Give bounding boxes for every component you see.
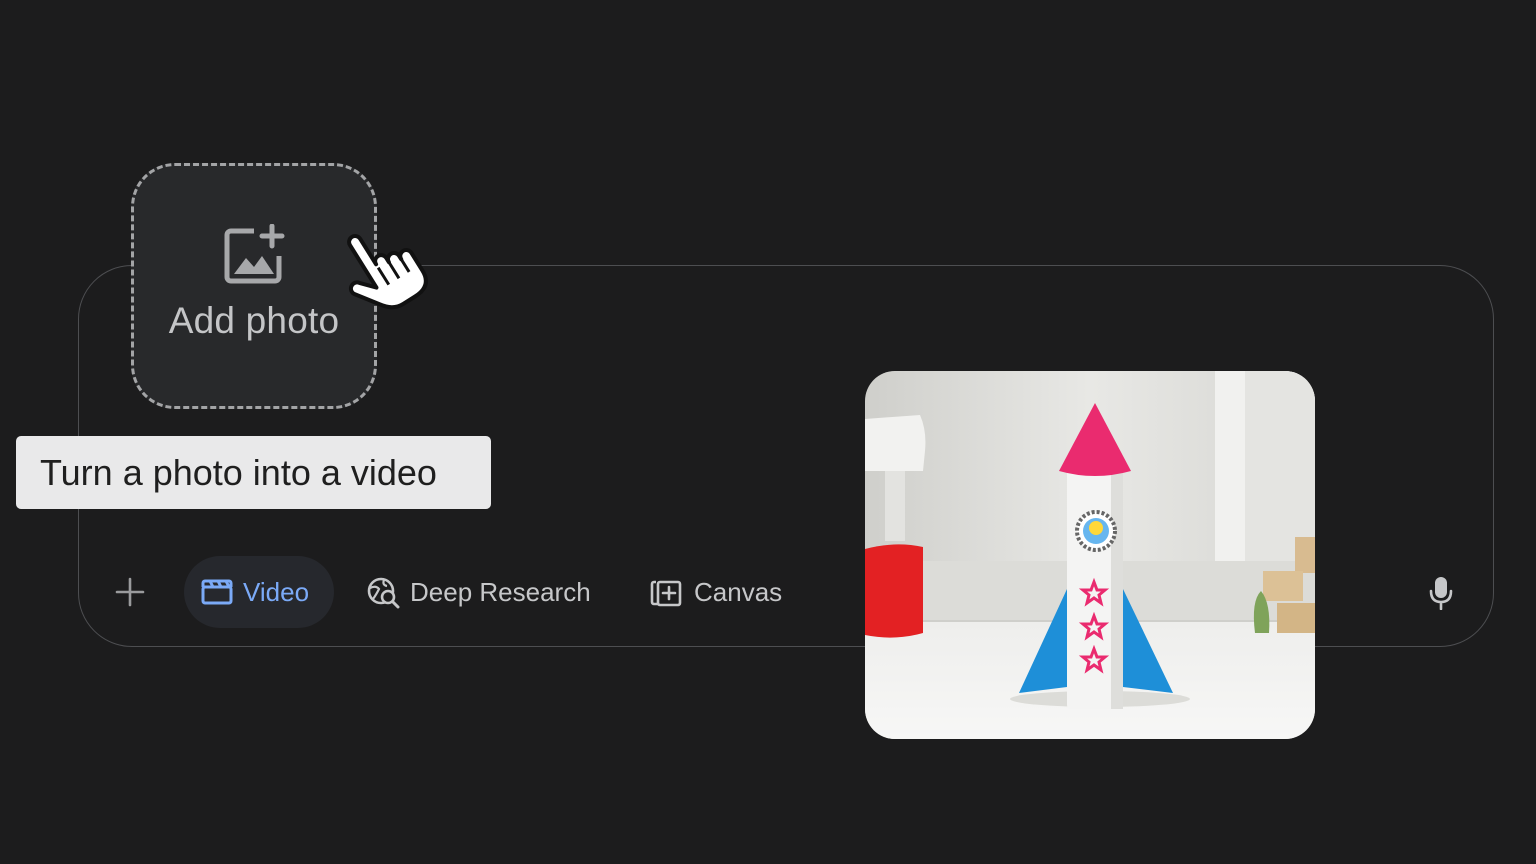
rocket-photo-image [865,371,1315,739]
plus-icon [115,577,145,607]
microphone-icon [1429,577,1453,610]
add-photo-icon [224,224,285,284]
add-content-button[interactable] [108,570,152,614]
photo-preview [865,371,1315,739]
microphone-button[interactable] [1424,572,1458,614]
tool-video-label: Video [243,576,310,607]
hand-pointer-cursor-icon [347,234,428,310]
clapperboard-icon [201,579,233,605]
tooltip-text: Turn a photo into a video [40,451,437,493]
globe-search-icon [367,577,400,609]
add-photo-label: Add photo [168,300,340,341]
tool-video-button[interactable]: Video [184,556,334,628]
tool-canvas-button[interactable]: Canvas [650,556,782,628]
canvas-add-icon [650,580,682,607]
tool-deep-research-label: Deep Research [410,576,591,607]
tool-canvas-label: Canvas [694,576,783,607]
tool-deep-research-button[interactable]: Deep Research [366,556,591,628]
tooltip: Turn a photo into a video [16,436,491,509]
